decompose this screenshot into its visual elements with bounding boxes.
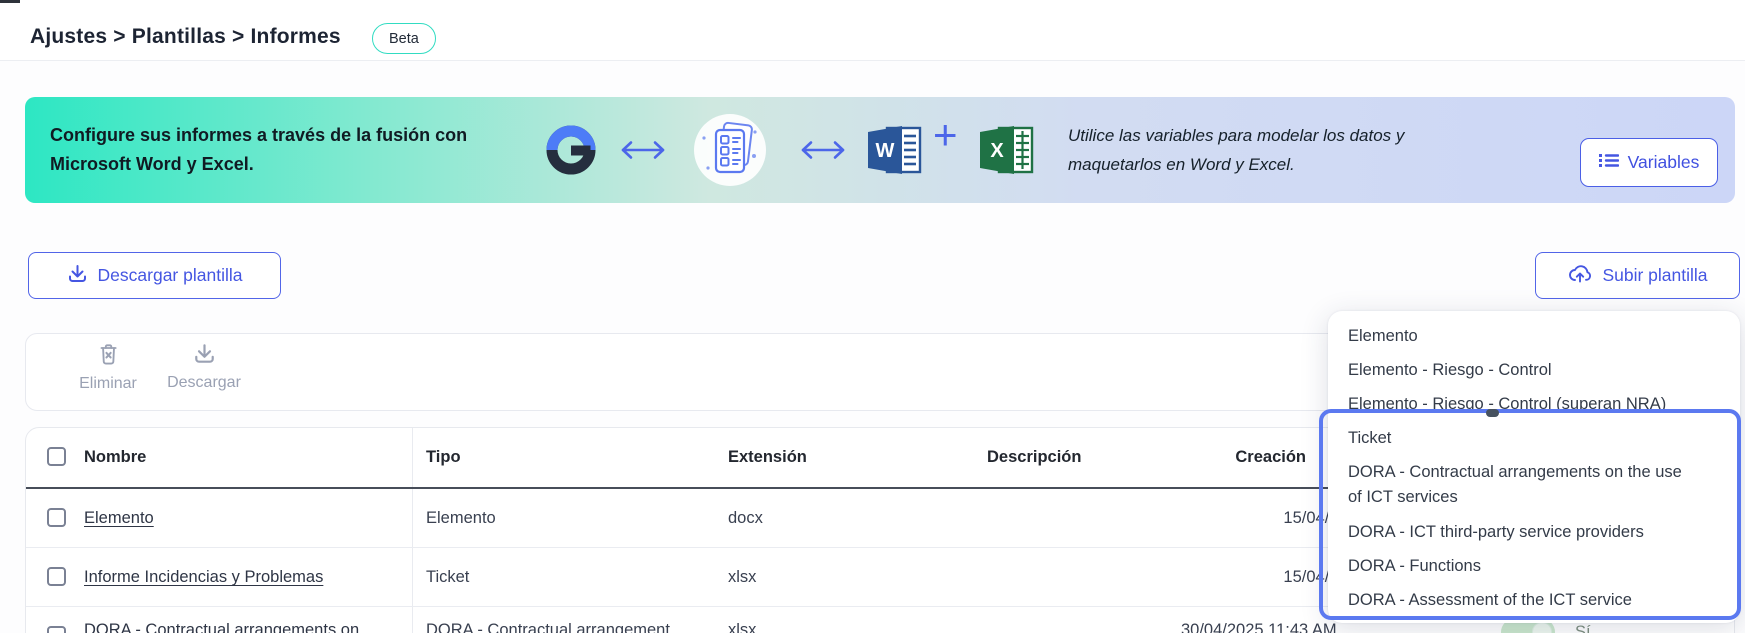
header-descripcion: Descripción [987,448,1081,467]
banner-hint-line2: maquetarlos en Word y Excel. [1068,150,1404,179]
row-checkbox[interactable] [47,626,66,633]
upload-template-label: Subir plantilla [1602,265,1707,286]
download-icon [193,342,216,370]
header-extension: Extensión [728,448,807,467]
beta-badge: Beta [372,23,436,54]
template-name-link[interactable]: Informe Incidencias y Problemas [84,568,323,587]
word-letter: W [876,140,895,162]
toggle-knob [1532,622,1552,633]
upload-template-button[interactable]: Subir plantilla [1535,252,1740,299]
menu-item[interactable]: Elemento - Riesgo - Control (superan NRA… [1328,387,1740,421]
app-logo-g-icon [543,122,599,183]
delete-label: Eliminar [79,375,137,393]
cell-creacion: 15/04/2025 [1101,568,1366,587]
select-all-checkbox[interactable] [47,447,66,466]
cell-creacion: 15/04/2025 [1101,509,1366,528]
cell-tipo: DORA - Contractual arrangement [426,621,670,633]
top-bar: Ajustes > Plantillas > Informes Beta [0,0,1745,61]
variables-button[interactable]: Variables [1580,138,1718,187]
breadcrumb[interactable]: Ajustes > Plantillas > Informes [30,25,341,49]
header-creacion: Creación [1071,448,1306,467]
menu-item[interactable]: Elemento - Riesgo - Control [1328,353,1740,387]
header-tipo: Tipo [426,448,461,467]
template-name-link[interactable]: DORA - Contractual arrangements on [84,621,359,633]
screen-edge-artifact [0,0,20,3]
row-checkbox[interactable] [47,508,66,527]
plus-sign: + [933,111,958,159]
cell-extension: xlsx [728,621,756,633]
banner-hint: Utilice las variables para modelar los d… [1068,121,1404,179]
banner-title: Configure sus informes a través de la fu… [50,121,467,179]
cell-extension: xlsx [728,568,756,587]
download-label: Descargar [167,374,241,392]
menu-item[interactable]: DORA - Functions [1328,549,1740,583]
swap-arrow-icon [615,139,671,166]
trash-x-icon [97,342,119,371]
reports-templates-page: Ajustes > Plantillas > Informes Beta Con… [0,0,1745,633]
checklist-doc-icon [692,112,768,193]
download-icon [67,263,88,289]
download-template-label: Descargar plantilla [98,265,243,286]
upload-template-menu: Elemento Elemento - Riesgo - Control Ele… [1328,311,1740,623]
list-icon [1599,152,1619,174]
banner-hint-line1: Utilice las variables para modelar los d… [1068,121,1404,150]
excel-file-icon: X [978,124,1036,181]
cell-tipo: Ticket [426,568,469,587]
menu-item[interactable]: Elemento [1328,319,1740,353]
word-file-icon: W [866,124,924,181]
swap-arrow-icon [795,139,851,166]
cell-extension: docx [728,509,763,528]
download-template-button[interactable]: Descargar plantilla [28,252,281,299]
merge-info-banner: Configure sus informes a través de la fu… [25,97,1735,203]
cloud-upload-icon [1567,263,1592,288]
header-nombre: Nombre [84,448,146,467]
menu-item[interactable]: DORA - Assessment of the ICT service [1328,583,1740,617]
banner-title-line1: Configure sus informes a través de la fu… [50,121,467,150]
variables-button-label: Variables [1628,152,1700,173]
menu-item[interactable]: DORA - ICT third-party service providers [1328,515,1740,549]
template-name-link[interactable]: Elemento [84,509,154,528]
menu-item[interactable]: Ticket [1328,421,1740,455]
toggle-label: Sí [1575,623,1591,633]
row-checkbox[interactable] [47,567,66,586]
download-selected-button[interactable]: Descargar [142,342,266,392]
excel-letter: X [990,140,1004,162]
cell-creacion: 30/04/2025 11:43 AM [1181,621,1337,633]
banner-title-line2: Microsoft Word y Excel. [50,150,467,179]
cell-tipo: Elemento [426,509,496,528]
menu-item[interactable]: DORA - Contractual arrangements on the u… [1328,455,1720,515]
